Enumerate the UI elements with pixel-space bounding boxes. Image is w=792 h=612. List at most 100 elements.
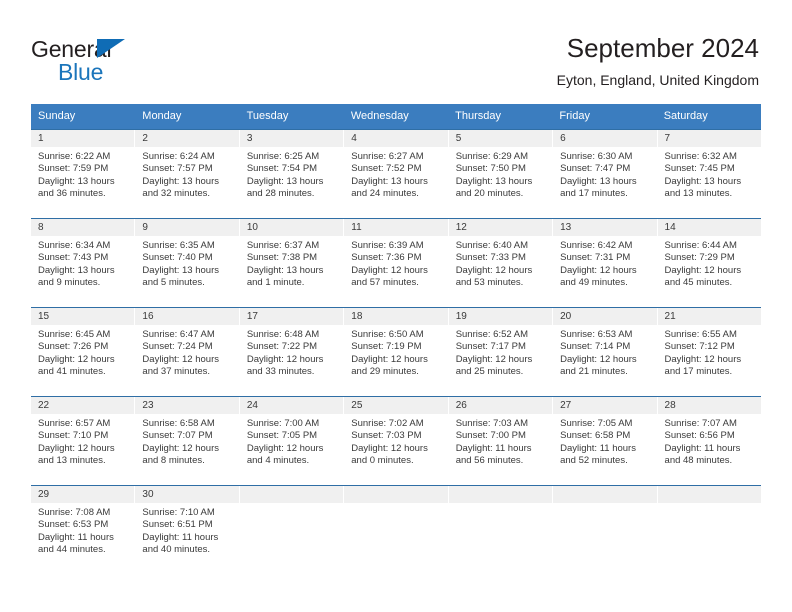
day-number: 29 [31,486,135,503]
day-cell[interactable]: 7 Sunrise: 6:32 AM Sunset: 7:45 PM Dayli… [657,130,761,218]
day-cell[interactable]: 21 Sunrise: 6:55 AM Sunset: 7:12 PM Dayl… [657,308,761,396]
day-cell[interactable]: 18 Sunrise: 6:50 AM Sunset: 7:19 PM Dayl… [344,308,449,396]
sunset-text: Sunset: 7:45 PM [664,163,735,175]
day-cell[interactable]: 30 Sunrise: 7:10 AM Sunset: 6:51 PM Dayl… [135,486,240,574]
daylight-text-line2: and 8 minutes. [142,455,205,467]
day-cell[interactable]: 9 Sunrise: 6:35 AM Sunset: 7:40 PM Dayli… [135,219,240,307]
day-cell[interactable]: 23 Sunrise: 6:58 AM Sunset: 7:07 PM Dayl… [135,397,240,485]
sunrise-text: Sunrise: 6:37 AM [246,240,320,251]
sunrise-text: Sunrise: 6:52 AM [455,329,529,340]
daylight-text-line1: Daylight: 13 hours [664,175,742,187]
day-details: Sunrise: 6:25 AM Sunset: 7:54 PM Dayligh… [240,147,343,205]
day-cell[interactable]: 20 Sunrise: 6:53 AM Sunset: 7:14 PM Dayl… [553,308,658,396]
day-number: 28 [657,397,761,414]
daylight-text-line1: Daylight: 13 hours [142,175,219,187]
day-details: Sunrise: 6:48 AM Sunset: 7:22 PM Dayligh… [240,325,343,383]
day-cell[interactable]: 3 Sunrise: 6:25 AM Sunset: 7:54 PM Dayli… [239,130,345,218]
day-cell[interactable]: 15 Sunrise: 6:45 AM Sunset: 7:26 PM Dayl… [31,308,136,396]
daylight-text-line2: and 13 minutes. [38,455,106,467]
daylight-text-line2: and 56 minutes. [455,455,524,467]
daylight-text-line1: Daylight: 12 hours [351,353,428,365]
day-cell[interactable]: 16 Sunrise: 6:47 AM Sunset: 7:24 PM Dayl… [135,308,240,396]
day-details: Sunrise: 6:57 AM Sunset: 7:10 PM Dayligh… [31,414,134,472]
daylight-text-line1: Daylight: 12 hours [142,353,219,365]
weekday-header-saturday: Saturday [663,110,708,122]
day-cell[interactable]: 24 Sunrise: 7:00 AM Sunset: 7:05 PM Dayl… [239,397,345,485]
sunrise-text: Sunrise: 7:08 AM [38,507,111,518]
day-cell[interactable]: 19 Sunrise: 6:52 AM Sunset: 7:17 PM Dayl… [448,308,554,396]
day-cell[interactable]: 12 Sunrise: 6:40 AM Sunset: 7:33 PM Dayl… [448,219,554,307]
day-cell[interactable]: 2 Sunrise: 6:24 AM Sunset: 7:57 PM Dayli… [135,130,240,218]
day-cell[interactable]: 11 Sunrise: 6:39 AM Sunset: 7:36 PM Dayl… [344,219,449,307]
sunset-text: Sunset: 7:12 PM [664,341,735,353]
sunset-text: Sunset: 6:53 PM [38,519,109,531]
sunrise-text: Sunrise: 6:57 AM [38,418,111,429]
day-cell[interactable]: 13 Sunrise: 6:42 AM Sunset: 7:31 PM Dayl… [553,219,658,307]
day-details: Sunrise: 6:52 AM Sunset: 7:17 PM Dayligh… [449,325,552,383]
day-cell[interactable]: 28 Sunrise: 7:07 AM Sunset: 6:56 PM Dayl… [657,397,761,485]
day-number: 11 [344,219,448,236]
sunset-text: Sunset: 7:52 PM [351,163,422,175]
sunset-text: Sunset: 7:19 PM [351,341,422,353]
sunset-text: Sunset: 7:26 PM [38,341,109,353]
day-number: 6 [553,130,657,147]
day-cell[interactable]: 8 Sunrise: 6:34 AM Sunset: 7:43 PM Dayli… [31,219,136,307]
day-cell[interactable]: 22 Sunrise: 6:57 AM Sunset: 7:10 PM Dayl… [31,397,136,485]
day-number: 20 [553,308,657,325]
day-cell[interactable]: 17 Sunrise: 6:48 AM Sunset: 7:22 PM Dayl… [239,308,345,396]
day-number: 16 [135,308,239,325]
day-details: Sunrise: 6:32 AM Sunset: 7:45 PM Dayligh… [658,147,761,205]
day-details: Sunrise: 6:58 AM Sunset: 7:07 PM Dayligh… [135,414,238,472]
daylight-text-line1: Daylight: 11 hours [664,442,741,454]
sunset-text: Sunset: 7:36 PM [351,252,422,264]
day-details: Sunrise: 6:55 AM Sunset: 7:12 PM Dayligh… [658,325,761,383]
daylight-text-line1: Daylight: 13 hours [38,175,115,187]
day-cell[interactable]: 14 Sunrise: 6:44 AM Sunset: 7:29 PM Dayl… [657,219,761,307]
logo-word-blue: Blue [58,59,104,85]
daylight-text-line2: and 9 minutes. [38,277,101,289]
daylight-text-line1: Daylight: 12 hours [246,353,324,365]
day-cell[interactable]: 29 Sunrise: 7:08 AM Sunset: 6:53 PM Dayl… [31,486,136,574]
daylight-text-line1: Daylight: 12 hours [455,353,533,365]
daylight-text-line2: and 24 minutes. [351,188,419,200]
weekday-header-tuesday: Tuesday [246,110,289,122]
weekday-header-wednesday: Wednesday [350,110,409,122]
sunset-text: Sunset: 7:10 PM [38,430,109,442]
sunrise-text: Sunrise: 6:42 AM [560,240,633,251]
daylight-text-line2: and 37 minutes. [142,366,211,378]
day-number: 7 [657,130,761,147]
day-cell[interactable]: 10 Sunrise: 6:37 AM Sunset: 7:38 PM Dayl… [239,219,345,307]
day-number: 19 [448,308,553,325]
sunrise-text: Sunrise: 6:48 AM [246,329,320,340]
day-cell[interactable]: 25 Sunrise: 7:02 AM Sunset: 7:03 PM Dayl… [344,397,449,485]
day-cell-empty [448,486,554,574]
day-number: 9 [135,219,239,236]
sunrise-text: Sunrise: 6:47 AM [142,329,215,340]
day-cell[interactable]: 1 Sunrise: 6:22 AM Sunset: 7:59 PM Dayli… [31,130,136,218]
day-details: Sunrise: 7:05 AM Sunset: 6:58 PM Dayligh… [553,414,656,472]
daylight-text-line2: and 45 minutes. [664,277,733,289]
logo-triangle-icon [97,39,125,58]
daylight-text-line1: Daylight: 12 hours [351,264,428,276]
daylight-text-line1: Daylight: 12 hours [142,442,219,454]
daylight-text-line2: and 20 minutes. [455,188,524,200]
week-row: 8 Sunrise: 6:34 AM Sunset: 7:43 PM Dayli… [31,218,761,307]
general-blue-logo[interactable]: General Blue [31,36,231,86]
day-number: 22 [31,397,135,414]
day-cell[interactable]: 4 Sunrise: 6:27 AM Sunset: 7:52 PM Dayli… [344,130,449,218]
sunset-text: Sunset: 7:07 PM [142,430,213,442]
day-number [448,486,553,503]
day-number: 3 [239,130,344,147]
day-cell[interactable]: 27 Sunrise: 7:05 AM Sunset: 6:58 PM Dayl… [553,397,658,485]
day-number [657,486,761,503]
day-details: Sunrise: 6:34 AM Sunset: 7:43 PM Dayligh… [31,236,134,294]
day-details: Sunrise: 6:50 AM Sunset: 7:19 PM Dayligh… [344,325,447,383]
week-row: 22 Sunrise: 6:57 AM Sunset: 7:10 PM Dayl… [31,396,761,485]
day-number: 25 [344,397,448,414]
daylight-text-line1: Daylight: 13 hours [351,175,428,187]
day-cell[interactable]: 6 Sunrise: 6:30 AM Sunset: 7:47 PM Dayli… [553,130,658,218]
daylight-text-line1: Daylight: 13 hours [246,264,324,276]
day-details: Sunrise: 6:22 AM Sunset: 7:59 PM Dayligh… [31,147,134,205]
day-cell[interactable]: 5 Sunrise: 6:29 AM Sunset: 7:50 PM Dayli… [448,130,554,218]
day-cell[interactable]: 26 Sunrise: 7:03 AM Sunset: 7:00 PM Dayl… [448,397,554,485]
